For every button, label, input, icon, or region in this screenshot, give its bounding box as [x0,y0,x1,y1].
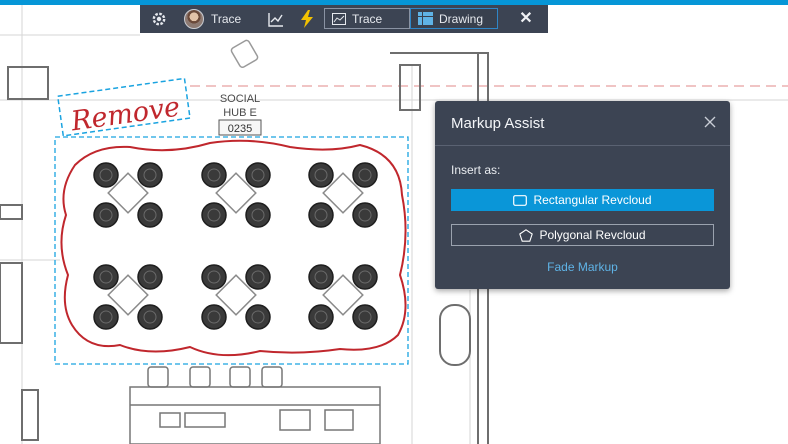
close-icon[interactable] [702,114,718,130]
chair [308,304,334,330]
rectangular-revcloud-label: Rectangular Revcloud [533,193,652,207]
tab-trace-label: Trace [352,11,383,26]
room-name-line2: HUB E [223,107,257,119]
counter-area [129,366,381,444]
table-group [201,264,271,330]
chair [93,202,119,228]
table-group [201,162,271,228]
chair [352,162,378,188]
chair [201,202,227,228]
user-label: Trace [211,12,242,26]
chair [137,304,163,330]
fade-markup-link[interactable]: Fade Markup [435,260,730,274]
tab-drawing[interactable]: Drawing [410,8,498,29]
table-groups [93,162,378,330]
polygon-icon [519,228,534,242]
trace-icon [332,12,346,25]
chair [245,162,271,188]
chair [352,264,378,290]
chair [137,162,163,188]
chair [201,162,227,188]
polygonal-revcloud-label: Polygonal Revcloud [539,228,646,242]
polygonal-revcloud-button[interactable]: Polygonal Revcloud [451,224,714,246]
chair [201,264,227,290]
markup-callout-remove[interactable]: Remove [56,77,191,138]
insert-as-label: Insert as: [451,163,501,177]
rectangular-revcloud-button[interactable]: Rectangular Revcloud [451,189,714,211]
panel-title: Markup Assist [451,115,545,132]
rectangle-icon [513,194,528,206]
room-tag: SOCIAL HUB E 0235 [218,93,262,136]
panel-header: Markup Assist [435,101,730,146]
chair [245,264,271,290]
tab-drawing-label: Drawing [439,11,484,26]
chair [93,264,119,290]
room-name-line1: SOCIAL [220,93,260,105]
settings-gear-icon[interactable] [150,10,168,28]
markup-assist-panel: Markup Assist Insert as: Rectangular Rev… [435,101,730,289]
chair [308,162,334,188]
toolbar-close-icon[interactable]: ✕ [516,9,536,29]
drawing-grid-icon [418,12,433,25]
chart-check-icon[interactable] [268,11,284,27]
table-group [93,264,163,330]
table-group [93,162,163,228]
chair [137,202,163,228]
lightning-bolt-icon[interactable] [300,10,314,28]
chair [93,304,119,330]
tab-trace[interactable]: Trace [324,8,410,29]
table-group [308,264,378,330]
room-number: 0235 [228,123,252,135]
chair [201,304,227,330]
trace-toolbar: Trace Trace Drawing ✕ [140,5,548,33]
markup-text: Remove [68,92,182,138]
chair [137,264,163,290]
chair [352,202,378,228]
chair [93,162,119,188]
chair [245,304,271,330]
table-group [308,162,378,228]
avatar [184,9,204,29]
chair [352,304,378,330]
user-menu[interactable]: Trace [184,8,241,30]
chair-sketch [230,39,259,69]
chair [308,202,334,228]
chair [308,264,334,290]
chair [245,202,271,228]
